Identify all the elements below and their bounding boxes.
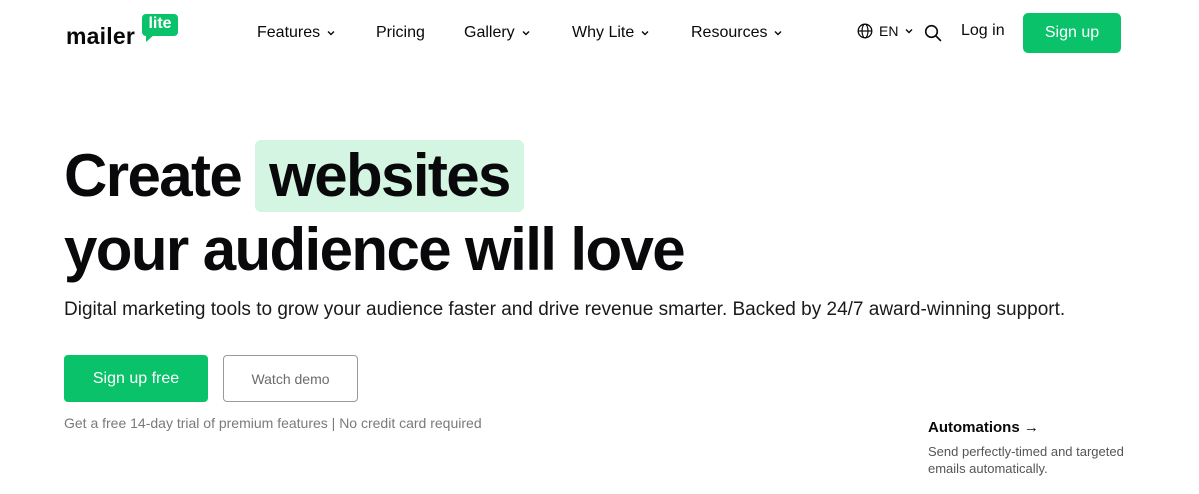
language-selector[interactable]: EN [857, 23, 914, 39]
chevron-down-icon [905, 29, 913, 34]
language-label: EN [879, 23, 899, 39]
nav-pricing-label: Pricing [376, 24, 425, 41]
logo-badge-text: lite [148, 15, 172, 32]
trial-note: Get a free 14-day trial of premium featu… [64, 415, 482, 431]
hero-heading-highlight: websites [255, 140, 524, 212]
nav-why-lite-label: Why Lite [572, 24, 635, 41]
nav-features-label: Features [257, 24, 321, 41]
chevron-down-icon [327, 31, 335, 36]
nav-why-lite[interactable]: Why Lite [572, 22, 650, 44]
globe-icon [857, 23, 873, 39]
nav-gallery-label: Gallery [464, 24, 515, 41]
nav-pricing[interactable]: Pricing [376, 22, 425, 44]
chevron-down-icon [774, 31, 782, 36]
nav-resources[interactable]: Resources [691, 22, 783, 44]
hero-heading-line2: your audience will love [64, 216, 686, 283]
nav-features[interactable]: Features [257, 22, 336, 44]
nav-gallery[interactable]: Gallery [464, 22, 531, 44]
logo-badge: lite [142, 14, 178, 42]
login-link[interactable]: Log in [961, 22, 1005, 40]
hero-heading-line1: Create websites [64, 140, 524, 212]
automations-description: Send perfectly-timed and targeted emails… [928, 444, 1124, 476]
search-icon[interactable] [924, 24, 942, 42]
nav-resources-label: Resources [691, 24, 768, 41]
watch-demo-button[interactable]: Watch demo [223, 355, 358, 402]
hero-subtitle: Digital marketing tools to grow your aud… [64, 299, 1066, 320]
signup-free-button[interactable]: Sign up free [64, 355, 208, 402]
signup-button[interactable]: Sign up [1023, 13, 1121, 53]
automations-link[interactable]: Automations → [928, 419, 1039, 436]
chevron-down-icon [641, 31, 649, 36]
hero-heading-prefix: Create [64, 142, 243, 209]
mailerlite-logo[interactable]: mailer lite [66, 14, 182, 49]
logo-wordmark: mailer [66, 23, 135, 49]
chevron-down-icon [522, 31, 530, 36]
